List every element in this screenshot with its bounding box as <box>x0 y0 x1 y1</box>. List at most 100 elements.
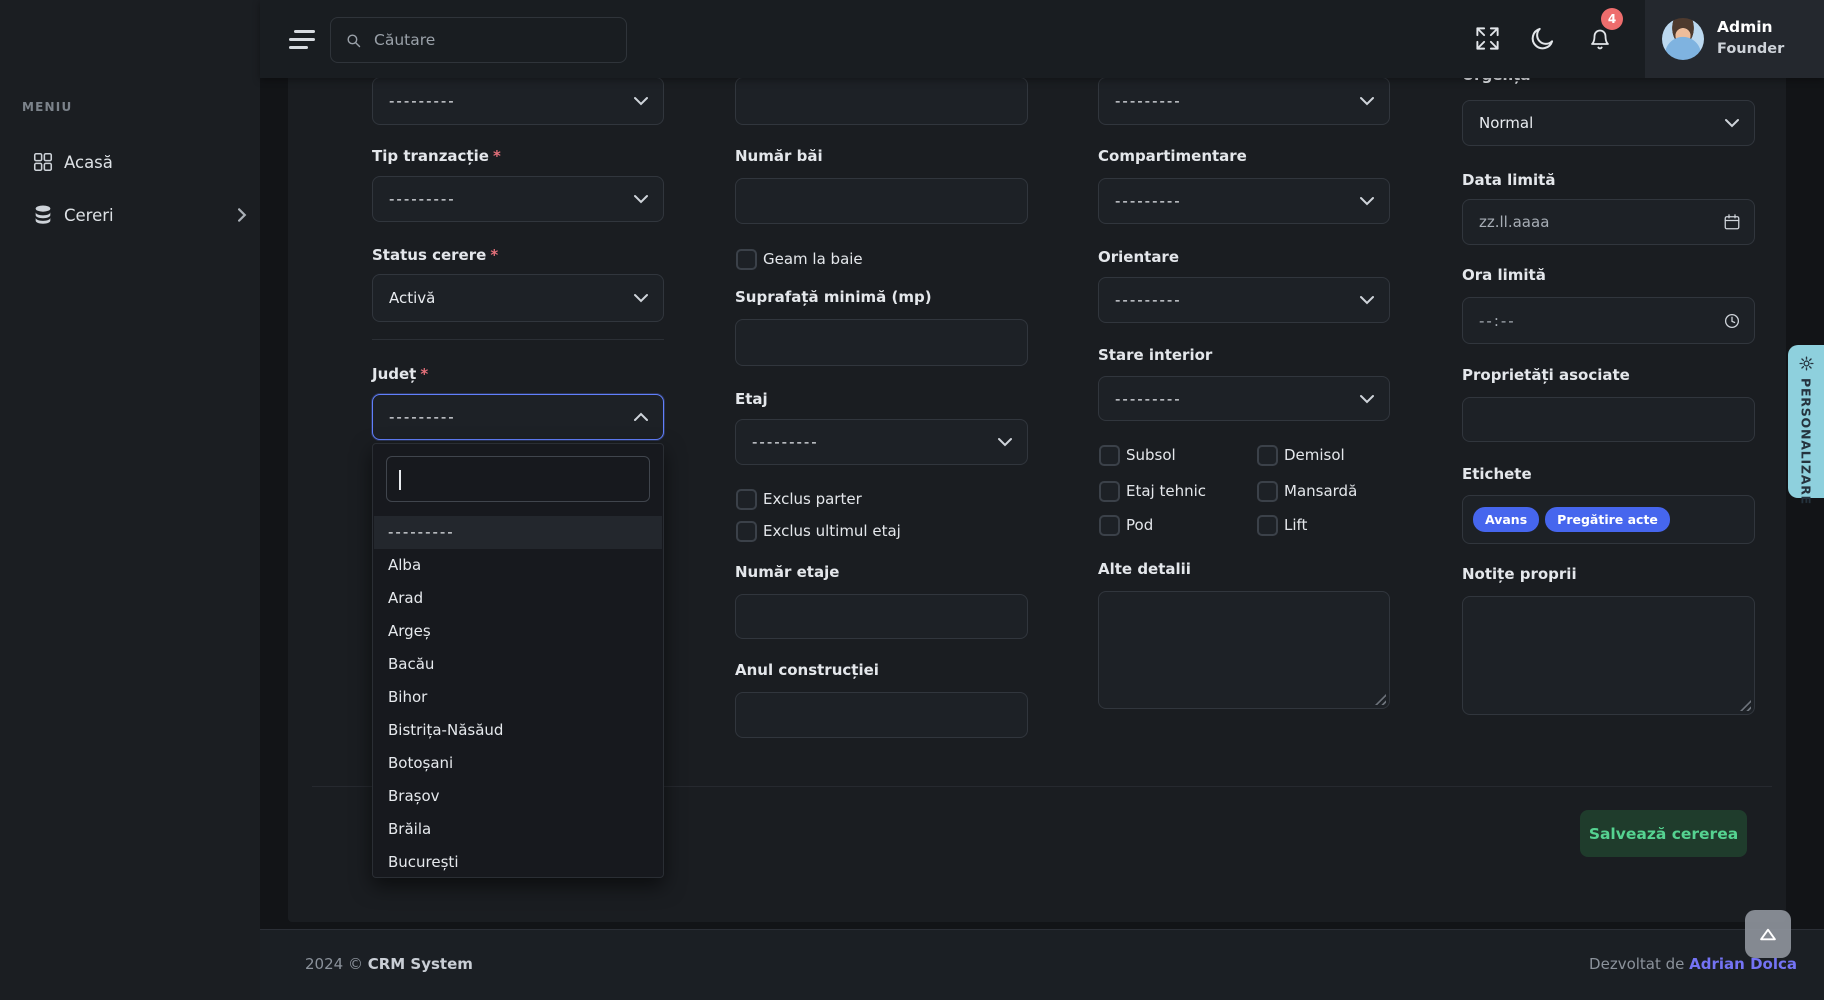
chevron-right-icon <box>238 208 247 222</box>
pod-label: Pod <box>1126 516 1153 534</box>
alte-detalii-textarea[interactable] <box>1098 591 1390 709</box>
resize-handle-icon[interactable] <box>1375 694 1386 705</box>
tag-chip[interactable]: Avans <box>1473 507 1539 532</box>
dropdown-option[interactable]: Arad <box>374 582 662 615</box>
chevron-down-icon <box>998 438 1012 447</box>
geam-la-baie-label: Geam la baie <box>763 250 863 268</box>
notification-count-badge: 4 <box>1601 8 1623 30</box>
footer: 2024 © CRM System Dezvoltat de Adrian Do… <box>260 929 1824 1000</box>
dropdown-option[interactable]: Argeș <box>374 615 662 648</box>
dropdown-option[interactable]: Alba <box>374 549 662 582</box>
tag-chip[interactable]: Pregătire acte <box>1545 507 1670 532</box>
search-box[interactable] <box>330 17 627 63</box>
topbar: 4 Admin Founder <box>260 0 1824 78</box>
save-button[interactable]: Salvează cererea <box>1580 810 1747 857</box>
field-label-data-limita: Data limită <box>1462 171 1555 189</box>
scroll-to-top-button[interactable] <box>1745 910 1791 958</box>
personalize-panel-tab[interactable]: PERSONALIZARE <box>1788 345 1824 498</box>
dropdown-option[interactable]: Botoșani <box>374 747 662 780</box>
field-label-ora-limita: Ora limită <box>1462 266 1546 284</box>
exclus-parter-checkbox[interactable] <box>736 489 757 510</box>
subsol-label: Subsol <box>1126 446 1176 464</box>
urgenta-select[interactable]: Normal <box>1462 100 1755 146</box>
field-label-tip-tranzactie: Tip tranzacție* <box>372 147 501 165</box>
resize-handle-icon[interactable] <box>1740 700 1751 711</box>
sidebar-section-label: MENIU <box>22 100 72 114</box>
triangle-up-icon <box>1758 926 1778 943</box>
sidebar-toggle-button[interactable] <box>289 30 315 49</box>
chevron-down-icon <box>1360 394 1374 403</box>
dark-mode-moon-icon[interactable] <box>1529 25 1556 52</box>
dropdown-option[interactable]: Brașov <box>374 780 662 813</box>
numar-bai-input[interactable] <box>735 178 1028 224</box>
top-select-col3[interactable]: --------- <box>1098 77 1390 125</box>
lift-checkbox[interactable] <box>1257 515 1278 536</box>
exclus-parter-label: Exclus parter <box>763 490 862 508</box>
chevron-up-icon <box>634 413 648 422</box>
notite-proprii-textarea[interactable] <box>1462 596 1755 715</box>
field-label-orientare: Orientare <box>1098 248 1179 266</box>
fullscreen-icon[interactable] <box>1474 25 1501 52</box>
gear-icon <box>1798 355 1815 372</box>
status-cerere-select[interactable]: Activă <box>372 274 664 322</box>
judet-select[interactable]: --------- <box>372 394 664 440</box>
suprafata-minima-input[interactable] <box>735 319 1028 366</box>
orientare-select[interactable]: --------- <box>1098 277 1390 323</box>
field-label-proprietati-asociate: Proprietăți asociate <box>1462 366 1630 384</box>
judet-dropdown-search[interactable] <box>386 456 650 502</box>
field-label-etaj: Etaj <box>735 390 768 408</box>
chevron-down-icon <box>1725 119 1739 128</box>
field-label-etichete: Etichete <box>1462 465 1532 483</box>
notifications-bell-icon[interactable] <box>1588 28 1612 52</box>
mansarda-checkbox[interactable] <box>1257 481 1278 502</box>
dropdown-option[interactable]: București <box>374 846 662 879</box>
avatar[interactable] <box>1662 18 1704 60</box>
etaj-select[interactable]: --------- <box>735 419 1028 465</box>
data-limita-date-input[interactable]: zz.ll.aaaa <box>1462 199 1755 245</box>
field-label-anul-constructiei: Anul construcției <box>735 661 879 679</box>
anul-constructiei-input[interactable] <box>735 692 1028 738</box>
top-input-col2[interactable] <box>735 77 1028 125</box>
app-window: --------- Tip tranzacție* --------- Stat… <box>0 0 1824 1000</box>
calendar-icon[interactable] <box>1723 213 1741 231</box>
sidebar-item-cereri[interactable]: Cereri <box>0 193 260 237</box>
field-label-compartimentare: Compartimentare <box>1098 147 1247 165</box>
etichete-tags-input[interactable]: Avans Pregătire acte <box>1462 495 1755 544</box>
dropdown-option[interactable]: Bihor <box>374 681 662 714</box>
field-label-stare-interior: Stare interior <box>1098 346 1212 364</box>
sidebar-item-acasa[interactable]: Acasă <box>0 140 260 184</box>
field-label-alte-detalii: Alte detalii <box>1098 560 1191 578</box>
exclus-ultimul-etaj-checkbox[interactable] <box>736 521 757 542</box>
search-input[interactable] <box>372 30 626 50</box>
compartimentare-select[interactable]: --------- <box>1098 178 1390 224</box>
chevron-down-icon <box>1360 197 1374 206</box>
stare-interior-select[interactable]: --------- <box>1098 376 1390 421</box>
copyright-text: 2024 © CRM System <box>305 955 473 973</box>
chevron-down-icon <box>1360 97 1374 106</box>
clock-icon[interactable] <box>1723 312 1741 330</box>
chevron-down-icon <box>634 97 648 106</box>
user-role: Founder <box>1717 41 1784 57</box>
judet-search-input[interactable] <box>387 457 649 501</box>
demisol-label: Demisol <box>1284 446 1345 464</box>
judet-options-list: --------- Alba Arad Argeș Bacău Bihor Bi… <box>374 516 662 879</box>
pod-checkbox[interactable] <box>1099 515 1120 536</box>
user-menu[interactable]: Admin Founder <box>1645 0 1824 78</box>
dropdown-option[interactable]: Bacău <box>374 648 662 681</box>
etaj-tehnic-checkbox[interactable] <box>1099 481 1120 502</box>
lift-label: Lift <box>1284 516 1307 534</box>
dropdown-option[interactable]: --------- <box>374 516 662 549</box>
subsol-checkbox[interactable] <box>1099 445 1120 466</box>
dropdown-option[interactable]: Brăila <box>374 813 662 846</box>
tip-tranzactie-select[interactable]: --------- <box>372 176 664 222</box>
proprietati-asociate-input[interactable] <box>1462 397 1755 442</box>
top-select-col1[interactable]: --------- <box>372 77 664 125</box>
sidebar-item-label: Acasă <box>64 153 113 172</box>
dropdown-option[interactable]: Bistrița-Năsăud <box>374 714 662 747</box>
demisol-checkbox[interactable] <box>1257 445 1278 466</box>
ora-limita-time-input[interactable]: --:-- <box>1462 297 1755 344</box>
brand-name: CRM System <box>368 955 473 973</box>
numar-etaje-input[interactable] <box>735 594 1028 639</box>
geam-la-baie-checkbox[interactable] <box>736 249 757 270</box>
sidebar: MENIU Acasă Cereri <box>0 0 260 1000</box>
